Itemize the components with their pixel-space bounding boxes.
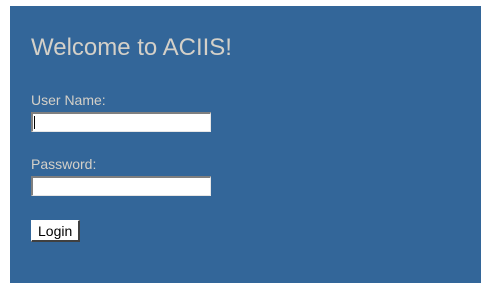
username-label: User Name: bbox=[31, 92, 106, 108]
username-input[interactable] bbox=[31, 112, 211, 132]
login-button[interactable]: Login bbox=[31, 220, 81, 242]
text-cursor bbox=[34, 116, 35, 129]
login-panel: Welcome to ACIIS! User Name: Password: L… bbox=[10, 6, 481, 283]
page-title: Welcome to ACIIS! bbox=[31, 34, 232, 61]
password-label: Password: bbox=[31, 156, 97, 172]
password-input[interactable] bbox=[31, 176, 211, 196]
